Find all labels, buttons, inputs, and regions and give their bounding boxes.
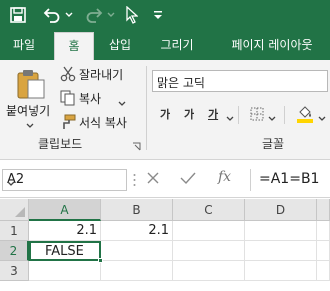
fill-color-icon[interactable] (296, 104, 314, 127)
name-box[interactable]: A2 (2, 169, 127, 191)
cell-d3[interactable] (245, 261, 317, 281)
tab-file[interactable]: 파일 (2, 30, 46, 60)
underline-button[interactable]: 가 (208, 106, 218, 122)
cell-b3[interactable] (101, 261, 173, 281)
bold-button[interactable]: 가 (160, 106, 170, 122)
clipboard-dialog-launcher-icon[interactable] (132, 140, 141, 154)
font-name-value: 맑은 고딕 (157, 76, 205, 90)
paste-label: 붙여넣기 (6, 104, 51, 118)
italic-button[interactable]: 가 (184, 106, 194, 122)
cell-e1[interactable] (317, 221, 330, 241)
column-header-b[interactable]: B (101, 199, 173, 221)
group-separator (146, 66, 147, 150)
title-bar (0, 0, 330, 30)
cell-d2[interactable] (245, 241, 317, 261)
undo-dropdown-icon[interactable] (64, 5, 74, 25)
cell-e2[interactable] (317, 241, 330, 261)
cell-e3[interactable] (317, 261, 330, 281)
formula-bar-grip-icon[interactable] (133, 172, 136, 191)
fill-color-dropdown-icon[interactable] (318, 111, 326, 125)
row-header-1[interactable]: 1 (0, 221, 29, 241)
copy-button[interactable]: 복사 (60, 89, 130, 107)
font-separator (238, 106, 239, 124)
tab-insert[interactable]: 삽입 (100, 30, 140, 60)
scissors-icon (60, 66, 76, 85)
fill-handle[interactable] (98, 258, 103, 263)
font-separator-2 (284, 106, 285, 124)
cell-b1[interactable]: 2.1 (101, 221, 173, 241)
cell-c2[interactable] (173, 241, 245, 261)
cut-button[interactable]: 잘라내기 (60, 65, 144, 83)
cell-b2[interactable] (101, 241, 173, 261)
cancel-icon[interactable] (146, 171, 160, 189)
touch-mode-icon[interactable] (124, 5, 140, 25)
paste-button[interactable]: 붙여넣기 (6, 66, 54, 128)
ribbon-home: 붙여넣기 잘라내기 복사 서식 복사 클립보드 맑은 고딕 가 가 가 글꼴 (0, 60, 330, 160)
format-painter-icon (60, 114, 76, 133)
redo-icon[interactable] (84, 5, 104, 25)
copy-dropdown-icon (118, 96, 126, 110)
cell-c1[interactable] (173, 221, 245, 241)
column-header-c[interactable]: C (173, 199, 245, 221)
format-painter-label: 서식 복사 (79, 116, 127, 130)
cell-a1[interactable]: 2.1 (29, 221, 101, 241)
formula-value: =A1=B1 (259, 171, 320, 187)
column-header-a[interactable]: A (29, 199, 101, 221)
worksheet-grid: A B C D 1 2 3 2.1 2.1 FALSE (0, 199, 330, 291)
name-box-dropdown-icon[interactable] (7, 176, 120, 191)
tab-draw[interactable]: 그리기 (150, 30, 204, 60)
save-icon[interactable] (8, 5, 28, 25)
cell-c3[interactable] (173, 261, 245, 281)
redo-dropdown-icon[interactable] (106, 5, 116, 25)
format-painter-button[interactable]: 서식 복사 (60, 113, 144, 131)
paste-icon (16, 68, 46, 103)
clipboard-group-label: 클립보드 (38, 137, 83, 151)
tab-home[interactable]: 홈 (54, 32, 94, 60)
select-all-corner[interactable] (0, 199, 29, 221)
paste-dropdown-icon (26, 118, 34, 132)
cell-a2[interactable]: FALSE (29, 241, 101, 261)
insert-function-icon[interactable]: fx (218, 169, 231, 185)
undo-icon[interactable] (42, 5, 62, 25)
enter-icon[interactable] (180, 171, 196, 189)
row-header-3[interactable]: 3 (0, 261, 29, 281)
borders-dropdown-icon[interactable] (268, 111, 276, 125)
tab-page-layout[interactable]: 페이지 레이아웃 (214, 30, 330, 60)
ribbon-tabs: 파일 홈 삽입 그리기 페이지 레이아웃 (0, 30, 330, 60)
font-name-dropdown[interactable]: 맑은 고딕 (152, 70, 328, 92)
copy-label: 복사 (79, 92, 102, 106)
cell-a3[interactable] (29, 261, 101, 281)
copy-icon (60, 90, 76, 109)
column-header-e[interactable] (317, 199, 330, 221)
borders-icon[interactable] (250, 107, 264, 124)
underline-dropdown-icon[interactable] (226, 111, 234, 125)
column-header-d[interactable]: D (245, 199, 317, 221)
formula-bar: A2 fx =A1=B1 (0, 160, 330, 198)
formula-input[interactable]: =A1=B1 (250, 169, 330, 191)
cut-label: 잘라내기 (79, 68, 124, 82)
customize-dropdown-icon[interactable] (152, 5, 164, 25)
row-header-2[interactable]: 2 (0, 241, 29, 261)
cell-d1[interactable] (245, 221, 317, 241)
font-group-label: 글꼴 (262, 137, 285, 151)
